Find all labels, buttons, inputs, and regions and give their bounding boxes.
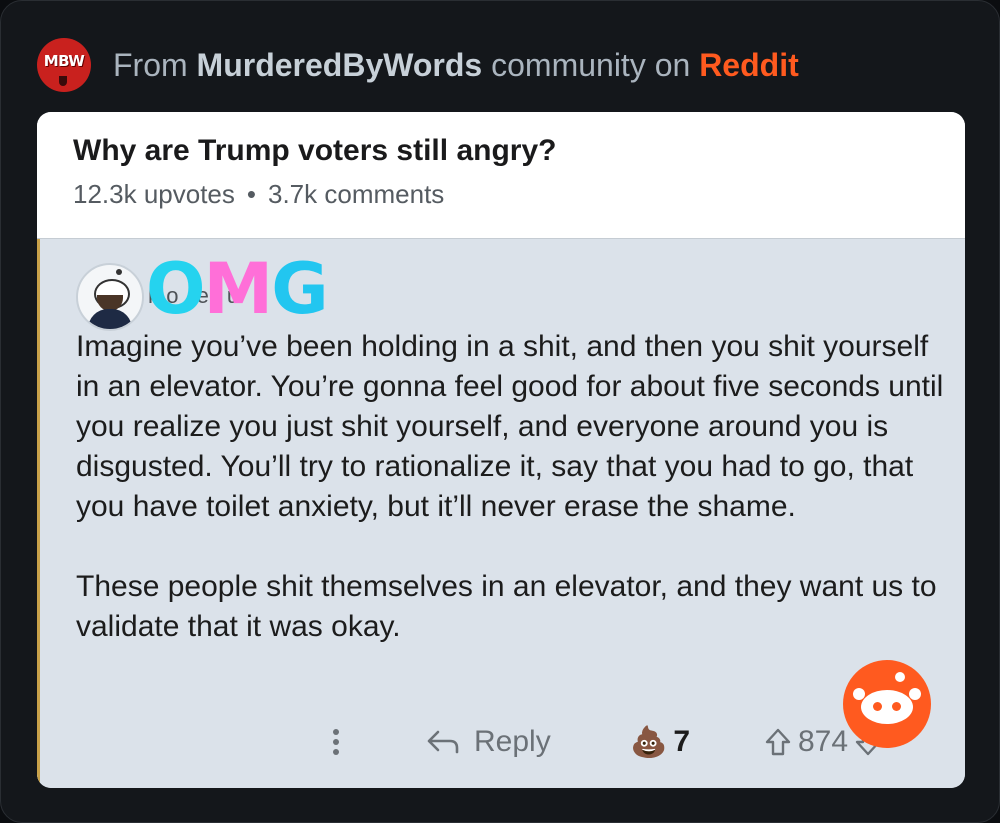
upvote-count: 12.3k upvotes	[73, 179, 235, 209]
omg-letter-g: G	[271, 248, 328, 330]
snoo-eye-left	[873, 702, 882, 711]
snoo-face	[861, 690, 913, 724]
poop-award-icon: 💩	[630, 725, 668, 759]
snoo-antenna	[895, 672, 905, 682]
omg-sticker: OMG	[146, 248, 329, 330]
post-meta: 12.3k upvotes • 3.7k comments	[73, 178, 965, 210]
post-header[interactable]: Why are Trump voters still angry? 12.3k …	[37, 112, 965, 239]
community-avatar-text: MBW	[43, 52, 85, 70]
community-link[interactable]: MurderedByWords	[197, 47, 483, 83]
more-dot	[333, 749, 339, 755]
meta-separator: •	[246, 179, 256, 209]
omg-letter-m: M	[203, 248, 274, 330]
reply-button[interactable]: Reply	[426, 714, 551, 770]
reply-arrow-icon	[427, 730, 459, 754]
header-middle: community on	[491, 46, 691, 83]
reddit-snoo-icon	[843, 660, 931, 748]
blood-drip-icon	[59, 76, 67, 86]
post-title[interactable]: Why are Trump voters still angry?	[73, 132, 965, 170]
avatar-antenna	[116, 269, 122, 275]
award-button[interactable]: 💩 7	[630, 714, 690, 770]
header-caption: From MurderedByWords community on Reddit	[113, 47, 799, 84]
comment-paragraph: Imagine you’ve been holding in a shit, a…	[76, 330, 944, 523]
vote-count: 874	[798, 725, 849, 758]
community-avatar[interactable]: MBW	[37, 38, 91, 92]
comment-count[interactable]: 3.7k comments	[268, 179, 444, 209]
user-avatar[interactable]	[76, 263, 144, 331]
upvote-arrow-icon[interactable]	[764, 727, 792, 757]
embed-frame: MBW From MurderedByWords community on Re…	[0, 0, 1000, 823]
snoo-ear-right	[909, 688, 921, 700]
comment: ho e u OMG Imagine you’ve been holding i…	[37, 239, 965, 788]
omg-letter-o: O	[146, 248, 205, 330]
comment-actions: Reply 💩 7 874	[40, 714, 965, 770]
more-dot	[333, 739, 339, 745]
header-prefix: From	[113, 46, 188, 83]
more-options-icon[interactable]	[326, 714, 346, 770]
reddit-link[interactable]: Reddit	[699, 47, 799, 83]
post-card: Why are Trump voters still angry? 12.3k …	[37, 112, 965, 788]
award-count: 7	[673, 725, 691, 758]
more-dot	[333, 729, 339, 735]
reply-label: Reply	[474, 725, 551, 758]
embed-header: MBW From MurderedByWords community on Re…	[37, 37, 799, 93]
comment-body: Imagine you’ve been holding in a shit, a…	[76, 327, 946, 647]
comment-paragraph: These people shit themselves in an eleva…	[76, 570, 937, 643]
snoo-eye-right	[892, 702, 901, 711]
